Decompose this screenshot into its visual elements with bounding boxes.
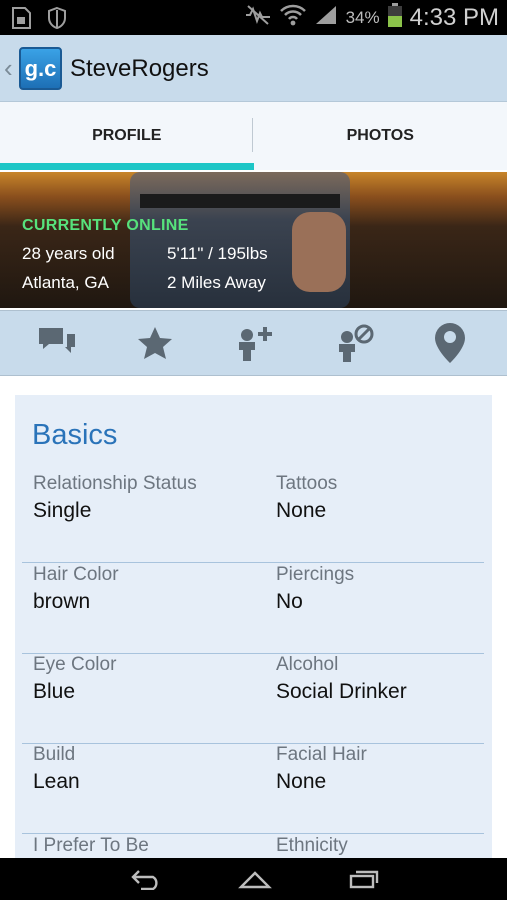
add-friend-button[interactable]	[233, 323, 277, 367]
hero-photo-belt	[140, 194, 340, 208]
field-value: brown	[33, 590, 91, 613]
tab-bar: PROFILE PHOTOS	[0, 102, 507, 170]
hero-info: CURRENTLY ONLINE 28 years old 5'11" / 19…	[22, 217, 268, 293]
home-icon[interactable]	[238, 868, 272, 895]
add-person-icon	[235, 323, 275, 368]
field-value: Lean	[33, 770, 80, 793]
field-label: Facial Hair	[276, 744, 367, 765]
field-label: Hair Color	[33, 564, 119, 585]
tab-profile[interactable]: PROFILE	[0, 102, 254, 170]
status-bar: 34% 4:33 PM	[0, 0, 507, 35]
basics-row: Build Lean Facial Hair None	[22, 744, 484, 834]
shield-icon	[46, 6, 68, 35]
basics-row: Eye Color Blue Alcohol Social Drinker	[22, 654, 484, 744]
page-title: SteveRogers	[70, 55, 209, 82]
location-button[interactable]	[428, 321, 472, 370]
profile-hero-photo[interactable]: CURRENTLY ONLINE 28 years old 5'11" / 19…	[0, 172, 507, 308]
tab-photos[interactable]: PHOTOS	[254, 102, 507, 170]
battery-icon	[387, 3, 402, 32]
online-status: CURRENTLY ONLINE	[22, 217, 189, 234]
location-text: Atlanta, GA	[22, 273, 109, 292]
row-divider	[22, 562, 484, 563]
age-text: 28 years old	[22, 244, 115, 263]
field-label: Eye Color	[33, 654, 117, 675]
field-value: None	[276, 770, 327, 793]
basics-title: Basics	[32, 419, 118, 451]
block-person-icon	[335, 323, 375, 368]
field-label: Piercings	[276, 564, 355, 585]
signal-icon	[314, 4, 338, 31]
battery-percent: 34%	[345, 7, 380, 27]
back-icon[interactable]	[131, 868, 163, 895]
location-pin-icon	[432, 321, 468, 370]
field-label: Tattoos	[276, 473, 338, 494]
basics-row: Relationship Status Single Tattoos None	[22, 473, 484, 563]
action-bar	[0, 310, 507, 376]
clock: 4:33 PM	[409, 3, 499, 31]
basics-row: Hair Color brown Piercings No	[22, 564, 484, 654]
sd-card-icon	[10, 6, 32, 35]
field-label: Build	[33, 744, 76, 765]
chat-bubbles-icon	[37, 325, 77, 366]
height-weight-text: 5'11" / 195lbs	[167, 244, 268, 263]
row-divider	[22, 833, 484, 834]
recent-apps-icon[interactable]	[348, 868, 380, 895]
back-chevron-icon[interactable]: ‹	[4, 53, 13, 84]
field-label: Relationship Status	[33, 473, 197, 494]
system-nav-bar	[0, 858, 507, 900]
mute-icon	[244, 4, 272, 31]
field-label: I Prefer To Be	[33, 835, 149, 856]
block-button[interactable]	[333, 323, 377, 367]
tab-divider	[252, 118, 253, 152]
field-value: Blue	[33, 680, 76, 703]
field-value: Single	[33, 499, 92, 522]
app-bar: ‹ g.c SteveRogers	[0, 35, 507, 102]
field-value: Social Drinker	[276, 680, 407, 703]
wifi-icon	[279, 3, 306, 32]
field-value: None	[276, 499, 327, 522]
field-label: Ethnicity	[276, 835, 348, 856]
chat-button[interactable]	[35, 323, 79, 367]
field-label: Alcohol	[276, 654, 339, 675]
field-value: No	[276, 590, 303, 613]
star-icon	[136, 325, 174, 366]
basics-card: Basics Relationship Status Single Tattoos…	[15, 395, 492, 865]
hero-photo-hand	[292, 212, 346, 292]
app-logo[interactable]: g.c	[19, 47, 62, 90]
distance-text: 2 Miles Away	[167, 273, 266, 292]
favorite-button[interactable]	[133, 323, 177, 367]
